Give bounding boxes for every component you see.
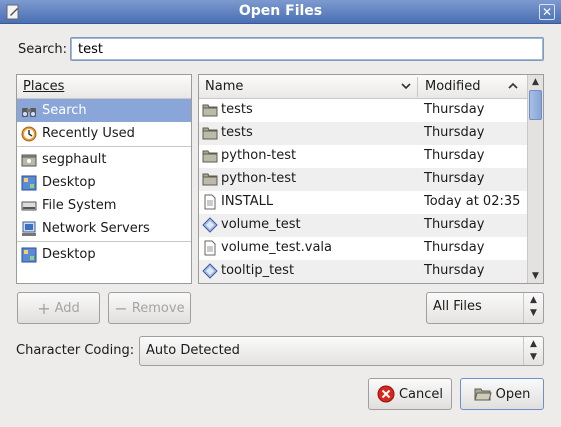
folder-icon	[202, 150, 218, 163]
add-button[interactable]: + Add	[17, 292, 100, 324]
combo-arrows-icon: ▲ ▼	[523, 293, 543, 323]
folder-icon	[202, 173, 218, 186]
file-row[interactable]: volume_test Thursday	[199, 214, 527, 237]
remove-button[interactable]: − Remove	[108, 292, 191, 324]
title-bar: Open Files ✕	[0, 0, 561, 24]
executable-icon	[202, 263, 218, 279]
file-name: tests	[221, 125, 253, 140]
column-divider[interactable]	[417, 77, 418, 97]
places-pane: Places Search Recently Used segphault De…	[16, 74, 192, 284]
search-label: Search:	[18, 42, 68, 57]
place-recently-used[interactable]: Recently Used	[17, 122, 191, 145]
file-row[interactable]: tests Thursday	[199, 122, 527, 145]
remove-button-label: Remove	[131, 300, 185, 316]
chevron-down-icon[interactable]	[400, 80, 412, 92]
place-label: File System	[42, 198, 117, 213]
executable-icon	[202, 217, 218, 233]
chevron-up-icon[interactable]	[507, 80, 519, 92]
character-coding-value: Auto Detected	[146, 343, 240, 358]
column-modified-header[interactable]: Modified	[425, 79, 480, 94]
drive-icon	[21, 201, 37, 210]
scroll-down-icon[interactable]: ▼	[528, 269, 543, 283]
minus-icon: −	[114, 298, 128, 318]
file-modified: Thursday	[424, 171, 485, 186]
place-label: segphault	[42, 152, 107, 167]
binoculars-icon	[22, 107, 36, 117]
folder-icon	[202, 127, 218, 140]
search-input[interactable]	[70, 37, 544, 61]
folder-icon	[202, 104, 218, 117]
file-row[interactable]: INSTALL Today at 02:35	[199, 191, 527, 214]
place-segphault[interactable]: segphault	[17, 148, 191, 171]
desktop-icon	[21, 247, 37, 262]
file-list-header: Name Modified	[199, 75, 527, 99]
file-row[interactable]: volume_test.vala Thursday	[199, 237, 527, 260]
add-button-label: Add	[54, 300, 80, 316]
place-label: Desktop	[42, 175, 96, 190]
folder-open-icon	[473, 388, 492, 401]
open-button[interactable]: Open	[460, 378, 544, 410]
column-name-header[interactable]: Name	[205, 79, 243, 94]
cancel-button[interactable]: Cancel	[368, 378, 452, 410]
place-file-system[interactable]: File System	[17, 194, 191, 217]
character-coding-select[interactable]: Auto Detected ▲ ▼	[139, 336, 544, 366]
close-icon[interactable]: ✕	[539, 4, 555, 20]
text-file-icon	[204, 194, 216, 210]
text-file-icon	[204, 240, 216, 256]
combo-arrows-icon: ▲ ▼	[523, 337, 543, 365]
places-header[interactable]: Places	[17, 75, 191, 99]
place-label: Network Servers	[42, 221, 150, 236]
file-row[interactable]: python-test Thursday	[199, 168, 527, 191]
place-label: Recently Used	[42, 126, 135, 141]
file-modified: Thursday	[424, 217, 485, 232]
place-network-servers[interactable]: Network Servers	[17, 217, 191, 240]
clock-icon	[21, 126, 37, 141]
place-label: Desktop	[42, 247, 96, 262]
scroll-up-icon[interactable]: ▲	[528, 75, 543, 89]
file-modified: Thursday	[424, 148, 485, 163]
open-button-label: Open	[495, 386, 531, 402]
cancel-button-label: Cancel	[398, 386, 444, 402]
window-title: Open Files	[238, 3, 323, 19]
places-separator	[17, 241, 191, 242]
file-modified: Today at 02:35	[424, 194, 521, 209]
character-coding-label: Character Coding:	[16, 343, 135, 358]
desktop-icon	[21, 175, 37, 190]
file-name: tooltip_test	[221, 263, 295, 278]
plus-icon: +	[37, 298, 51, 318]
file-modified: Thursday	[424, 125, 485, 140]
file-filter-select[interactable]: All Files ▲ ▼	[426, 292, 544, 324]
file-name: python-test	[221, 148, 297, 163]
file-modified: Thursday	[424, 102, 485, 117]
file-row[interactable]: tooltip_test Thursday	[199, 260, 527, 283]
cancel-icon	[377, 385, 395, 403]
vertical-scrollbar[interactable]: ▲ ▼	[527, 75, 543, 283]
file-list: Name Modified tests Thursday tests Thurs…	[198, 74, 544, 284]
scrollbar-thumb[interactable]	[529, 90, 542, 120]
place-desktop[interactable]: Desktop	[17, 171, 191, 194]
home-folder-icon	[21, 154, 37, 166]
file-name: volume_test.vala	[221, 240, 332, 255]
network-icon	[22, 221, 36, 236]
place-search[interactable]: Search	[17, 99, 191, 122]
file-filter-value: All Files	[433, 299, 482, 314]
file-modified: Thursday	[424, 263, 485, 278]
file-name: volume_test	[221, 217, 301, 232]
file-row[interactable]: tests Thursday	[199, 99, 527, 122]
file-name: python-test	[221, 171, 297, 186]
file-name: tests	[221, 102, 253, 117]
file-row[interactable]: python-test Thursday	[199, 145, 527, 168]
place-label: Search	[42, 103, 87, 118]
file-name: INSTALL	[221, 194, 274, 209]
place-desktop-bookmark[interactable]: Desktop	[17, 243, 191, 266]
file-modified: Thursday	[424, 240, 485, 255]
places-separator	[17, 146, 191, 147]
